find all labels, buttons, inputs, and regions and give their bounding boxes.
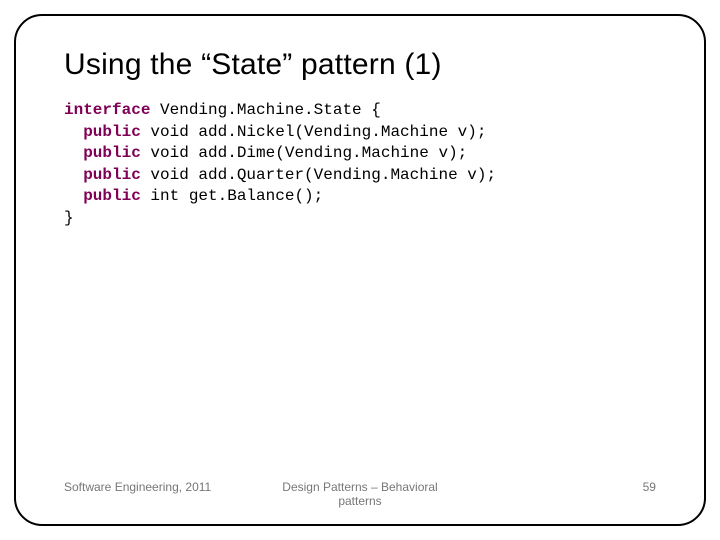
keyword-public-4: public bbox=[83, 187, 141, 205]
code-line-1-rest: Vending.Machine.State { bbox=[150, 101, 380, 119]
code-line-5-rest: int get.Balance(); bbox=[141, 187, 323, 205]
footer-center: Design Patterns – Behavioral patterns bbox=[261, 480, 458, 508]
code-block: interface Vending.Machine.State { public… bbox=[64, 100, 656, 230]
keyword-public-1: public bbox=[83, 123, 141, 141]
slide-footer: Software Engineering, 2011 Design Patter… bbox=[64, 480, 656, 508]
slide-title: Using the “State” pattern (1) bbox=[64, 48, 656, 82]
code-line-2-rest: void add.Nickel(Vending.Machine v); bbox=[141, 123, 487, 141]
footer-page-number: 59 bbox=[459, 480, 656, 494]
keyword-public-2: public bbox=[83, 144, 141, 162]
keyword-interface: interface bbox=[64, 101, 150, 119]
code-line-4-rest: void add.Quarter(Vending.Machine v); bbox=[141, 166, 496, 184]
slide-frame: Using the “State” pattern (1) interface … bbox=[14, 14, 706, 526]
footer-left: Software Engineering, 2011 bbox=[64, 480, 261, 494]
keyword-public-3: public bbox=[83, 166, 141, 184]
code-line-3-rest: void add.Dime(Vending.Machine v); bbox=[141, 144, 467, 162]
code-line-6: } bbox=[64, 209, 74, 227]
